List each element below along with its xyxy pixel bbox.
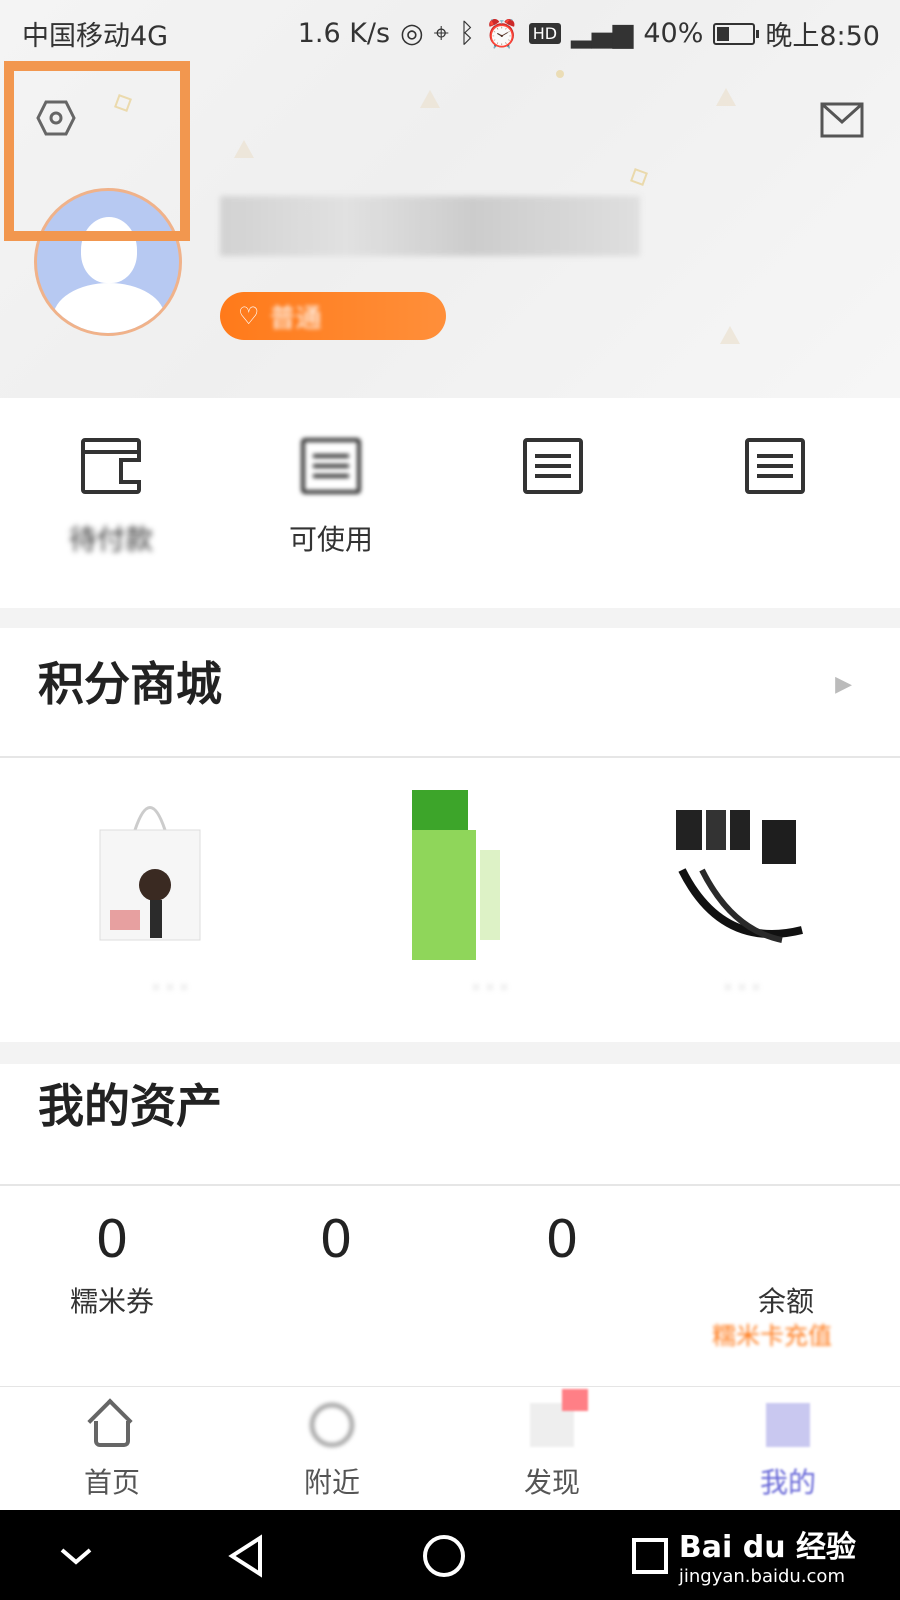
nearby-icon <box>310 1403 354 1447</box>
asset-label <box>256 1280 416 1313</box>
tab-nearby[interactable]: 附近 <box>272 1403 392 1501</box>
asset-3[interactable]: 0 <box>482 1210 642 1313</box>
asset-value: 0 <box>319 1210 353 1270</box>
divider <box>0 1184 900 1186</box>
status-bar: 中国移动4G 1.6 K/s ◎ ⌖ ᛒ ⏰ HD ▂▄▆ 40% 晚上8:50 <box>0 0 900 62</box>
tab-label: 我的 <box>759 1466 816 1499</box>
receipt-icon <box>745 438 805 494</box>
asset-2[interactable]: 0 <box>256 1210 416 1313</box>
battery-icon <box>713 22 760 45</box>
profile-header: 中国移动4G 1.6 K/s ◎ ⌖ ᛒ ⏰ HD ▂▄▆ 40% 晚上8:50… <box>0 0 900 398</box>
asset-balance[interactable]: 余额 <box>706 1210 866 1320</box>
product-name: · · · <box>152 976 188 1001</box>
order-shortcuts: 待付款 可使用 <box>0 398 900 608</box>
card-stack-icon <box>523 438 583 494</box>
bottle-image <box>412 790 500 960</box>
decor-square <box>630 168 648 186</box>
recharge-promo-link[interactable]: 糯米卡充值 <box>712 1316 862 1356</box>
message-icon[interactable] <box>820 102 864 138</box>
status-right: 1.6 K/s ◎ ⌖ ᛒ ⏰ HD ▂▄▆ 40% 晚上8:50 <box>298 14 880 53</box>
tab-label: 首页 <box>83 1466 140 1499</box>
asset-label: 余额 <box>757 1285 814 1318</box>
cable-image <box>676 810 803 943</box>
decor-triangle <box>720 326 740 344</box>
decor-triangle <box>716 88 736 106</box>
carrier-label: 中国移动4G <box>22 21 169 52</box>
wallet-icon <box>81 438 141 494</box>
watermark-logo: Bai du 经验 <box>678 1530 856 1565</box>
product-green-bottle[interactable]: · · · <box>410 790 570 1001</box>
ticket-icon <box>301 438 361 494</box>
username-blurred <box>220 196 640 256</box>
tab-mine[interactable]: 我的 <box>728 1403 848 1501</box>
system-nav-bar: Bai du 经验 jingyan.baidu.com <box>0 1510 900 1600</box>
baidu-jingyan-watermark: Bai du 经验 jingyan.baidu.com <box>679 1522 856 1587</box>
network-speed: 1.6 K/s <box>297 18 391 49</box>
tab-label: 附近 <box>303 1466 360 1499</box>
wifi-icon: ◎ <box>400 18 424 49</box>
chevron-right-icon[interactable]: ▶ <box>835 672 852 697</box>
shortcut-label <box>478 518 628 551</box>
asset-value: 0 <box>545 1210 579 1270</box>
bluetooth-icon: ᛒ <box>458 18 476 49</box>
decor-dot <box>556 70 564 78</box>
product-name: · · · <box>472 976 508 1001</box>
shortcut-pending-payment[interactable]: 待付款 <box>36 438 186 558</box>
tab-home[interactable]: 首页 <box>52 1398 172 1501</box>
decor-triangle <box>420 90 440 108</box>
clock: 晚上8:50 <box>765 21 880 52</box>
discover-icon <box>530 1389 588 1447</box>
member-level-label: 普通 <box>269 303 322 334</box>
alarm-icon: ⏰ <box>485 18 519 50</box>
asset-label: 糯米券 <box>69 1285 154 1318</box>
settings-highlight-box <box>4 61 190 241</box>
product-tote-bag[interactable]: · · · <box>90 790 250 1001</box>
tab-discover[interactable]: 发现 <box>492 1389 612 1501</box>
home-icon <box>87 1398 134 1447</box>
location-icon: ⌖ <box>433 17 449 49</box>
product-cable[interactable]: · · · <box>662 790 822 1001</box>
shortcut-label <box>700 518 850 551</box>
asset-value: 0 <box>95 1210 129 1270</box>
mine-icon <box>766 1403 810 1447</box>
shortcut-4[interactable] <box>700 438 850 551</box>
chevron-down-icon[interactable] <box>52 1532 100 1580</box>
battery-percent: 40% <box>643 18 704 49</box>
hd-icon: HD <box>528 23 562 44</box>
heart-icon: ♡ <box>238 302 260 330</box>
points-mall-title[interactable]: 积分商城 <box>38 648 222 714</box>
tab-label: 发现 <box>523 1466 580 1499</box>
recents-icon[interactable] <box>626 1532 674 1580</box>
asset-label <box>482 1280 642 1313</box>
my-assets-title[interactable]: 我的资产 <box>38 1070 222 1136</box>
member-level-badge[interactable]: ♡ 普通 <box>220 292 446 340</box>
shortcut-label: 待付款 <box>68 523 153 556</box>
watermark-url: jingyan.baidu.com <box>678 1566 845 1587</box>
product-name: · · · <box>724 976 760 1001</box>
decor-triangle <box>234 140 254 158</box>
back-icon[interactable] <box>224 1532 272 1580</box>
divider <box>0 756 900 758</box>
asset-nuomi-coupon[interactable]: 0 糯米券 <box>32 1210 192 1320</box>
shortcut-usable[interactable]: 可使用 <box>256 438 406 558</box>
tote-bag-image <box>99 806 201 941</box>
shortcut-3[interactable] <box>478 438 628 551</box>
bottom-tab-bar: 首页 附近 发现 我的 <box>0 1386 900 1511</box>
home-circle-icon[interactable] <box>420 1532 468 1580</box>
signal-icon: ▂▄▆ <box>571 18 634 49</box>
shortcut-label: 可使用 <box>288 523 373 556</box>
asset-value <box>706 1210 866 1270</box>
